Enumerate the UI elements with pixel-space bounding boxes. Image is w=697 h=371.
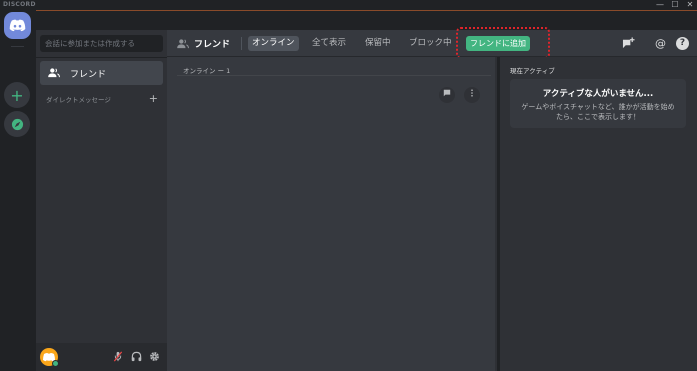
active-now-panel: 現在アクティブ アクティブな人がいません... ゲームやボイスチャットなど、誰か…	[500, 57, 697, 371]
top-band	[36, 10, 697, 30]
mute-mic-button[interactable]	[112, 351, 124, 363]
active-now-header: 現在アクティブ	[510, 67, 555, 75]
tab-all[interactable]: 全て表示	[308, 36, 350, 51]
server-rail: +	[0, 10, 36, 371]
explore-servers-button[interactable]	[4, 111, 30, 137]
active-now-title: アクティブな人がいません...	[542, 89, 654, 99]
discord-logo-icon	[9, 19, 26, 32]
more-options-button[interactable]	[464, 87, 480, 103]
home-button[interactable]	[4, 12, 31, 39]
tab-pending[interactable]: 保留中	[361, 36, 395, 51]
discord-window: DISCORD — ☐ ✕ + 会話に参加または作成する フレンド ダイレクトメ…	[0, 0, 697, 371]
tab-online[interactable]: オンライン	[248, 36, 299, 51]
friends-label: フレンド	[70, 69, 107, 80]
dm-header: ダイレクトメッセージ +	[46, 93, 158, 104]
deafen-button[interactable]	[130, 351, 142, 363]
search-input[interactable]: 会話に参加または作成する	[40, 35, 163, 52]
mic-muted-icon	[113, 351, 123, 362]
app-brand: DISCORD	[3, 1, 36, 8]
friends-icon	[48, 68, 60, 78]
compass-icon	[11, 118, 23, 130]
active-now-description: ゲームやボイスチャットなど、誰かが活動を始めたら、ここで表示します！	[521, 103, 675, 121]
plus-icon: +	[10, 85, 24, 105]
friends-header: フレンド オンライン 全て表示 保留中 ブロック中 フレンドに追加 @ ?	[167, 27, 697, 59]
header-divider	[241, 37, 242, 50]
headphones-icon	[131, 351, 141, 362]
user-settings-button[interactable]	[148, 351, 160, 363]
online-count: オンライン ー 1	[183, 67, 231, 75]
title-bar: DISCORD — ☐ ✕	[0, 0, 697, 10]
list-separator	[177, 75, 491, 76]
help-icon[interactable]: ?	[676, 37, 689, 50]
chat-bubble-icon	[443, 89, 451, 97]
new-group-dm-button[interactable]	[622, 37, 635, 50]
channel-sidebar: 会話に参加または作成する フレンド ダイレクトメッセージ +	[36, 30, 167, 371]
sidebar-item-friends[interactable]: フレンド	[40, 61, 163, 85]
mention-icon[interactable]: @	[654, 37, 667, 50]
highlight-box	[456, 27, 550, 59]
new-group-dm-icon	[622, 37, 635, 49]
avatar[interactable]	[40, 348, 59, 367]
tab-blocked[interactable]: ブロック中	[405, 36, 456, 51]
rail-separator	[11, 46, 24, 47]
minimize-button[interactable]: —	[654, 0, 666, 10]
friends-icon	[177, 38, 189, 48]
close-button[interactable]: ✕	[684, 0, 696, 10]
friends-list-pane: オンライン ー 1	[167, 57, 498, 371]
create-dm-button[interactable]: +	[149, 93, 158, 104]
add-server-button[interactable]: +	[4, 82, 30, 108]
dm-header-label: ダイレクトメッセージ	[46, 96, 111, 104]
sidebar-separator	[36, 57, 167, 58]
page-title: フレンド	[177, 30, 230, 57]
online-status-dot	[52, 360, 59, 367]
active-now-empty-card: アクティブな人がいません... ゲームやボイスチャットなど、誰かが活動を始めたら…	[510, 79, 686, 128]
more-vertical-icon	[471, 89, 473, 97]
maximize-button[interactable]: ☐	[669, 0, 681, 10]
user-panel	[36, 343, 167, 371]
gear-icon	[149, 352, 159, 361]
page-title-label: フレンド	[194, 40, 231, 50]
message-button[interactable]	[439, 87, 455, 103]
